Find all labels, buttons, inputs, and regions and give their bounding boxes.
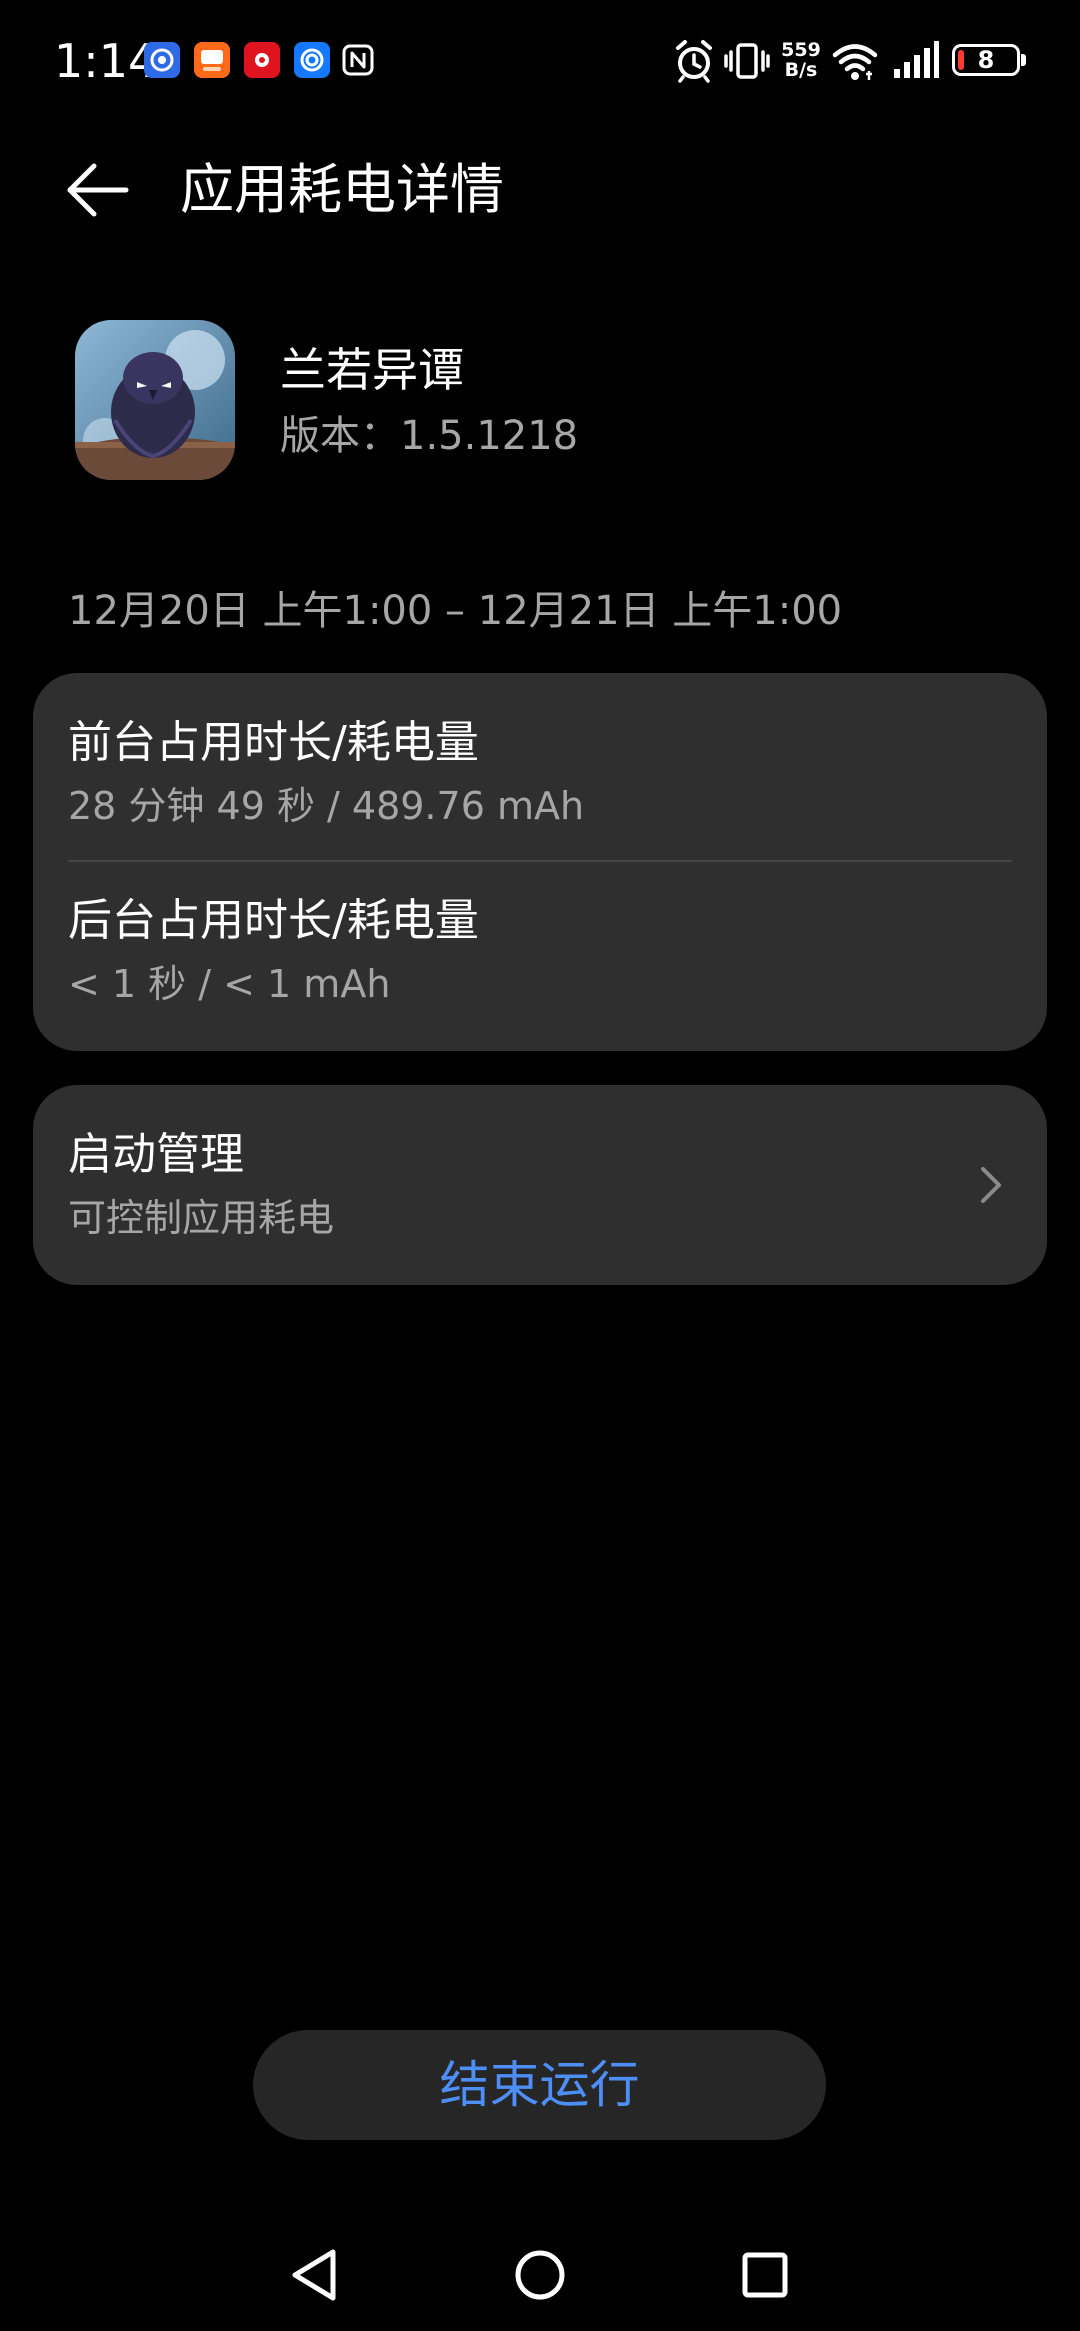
alarm-icon	[672, 36, 716, 86]
chevron-right-icon	[971, 1155, 1011, 1215]
status-time: 1:14	[54, 34, 158, 88]
foreground-usage-value: 28 分钟 49 秒 / 489.76 mAh	[68, 784, 585, 828]
launch-management-subtitle: 可控制应用耗电	[68, 1196, 335, 1240]
back-button[interactable]	[60, 150, 140, 230]
nav-back-icon	[292, 2249, 336, 2301]
app-version-value: 1.5.1218	[400, 413, 579, 459]
app-version: 版本：1.5.1218	[280, 408, 578, 464]
nfc-icon	[340, 42, 376, 78]
wifi-icon	[830, 36, 880, 86]
stop-running-button[interactable]: 结束运行	[253, 2030, 826, 2140]
usage-card: 前台占用时长/耗电量 28 分钟 49 秒 / 489.76 mAh 后台占用时…	[33, 673, 1047, 1051]
page-title: 应用耗电详情	[180, 158, 504, 221]
network-speed-unit: B/s	[784, 59, 818, 81]
nav-recents-icon	[742, 2252, 788, 2298]
date-range: 12月20日 上午1:00 – 12月21日 上午1:00	[68, 588, 843, 634]
nav-home-icon	[515, 2250, 565, 2300]
cellular-signal-icon	[892, 36, 940, 86]
netease-music-icon	[244, 42, 280, 78]
divider	[68, 860, 1012, 862]
back-arrow-icon	[67, 163, 129, 217]
foreground-usage-title: 前台占用时长/耗电量	[68, 717, 479, 768]
nav-back-button[interactable]	[275, 2240, 355, 2310]
battery-icon: 8	[952, 44, 1020, 76]
app-store-icon	[144, 42, 180, 78]
app-name: 兰若异谭	[280, 343, 464, 397]
launch-management-title: 启动管理	[68, 1129, 244, 1180]
background-usage-value: < 1 秒 / < 1 mAh	[68, 962, 391, 1006]
network-speed-value: 559	[781, 39, 821, 61]
launch-management-item[interactable]: 启动管理 可控制应用耗电	[33, 1085, 1047, 1285]
battery-cap	[1021, 54, 1026, 66]
battery-level-text: 8	[977, 46, 995, 74]
app-icon	[75, 320, 235, 480]
taobao-icon	[194, 42, 230, 78]
browser-icon	[294, 42, 330, 78]
nav-home-button[interactable]	[500, 2240, 580, 2310]
network-speed: 559 B/s	[779, 40, 823, 80]
background-usage-title: 后台占用时长/耗电量	[68, 895, 479, 946]
nav-recents-button[interactable]	[725, 2240, 805, 2310]
app-version-label: 版本：	[280, 413, 400, 459]
status-bar: 1:14 559 B/s 8	[0, 0, 1080, 120]
vibrate-icon	[722, 36, 772, 86]
